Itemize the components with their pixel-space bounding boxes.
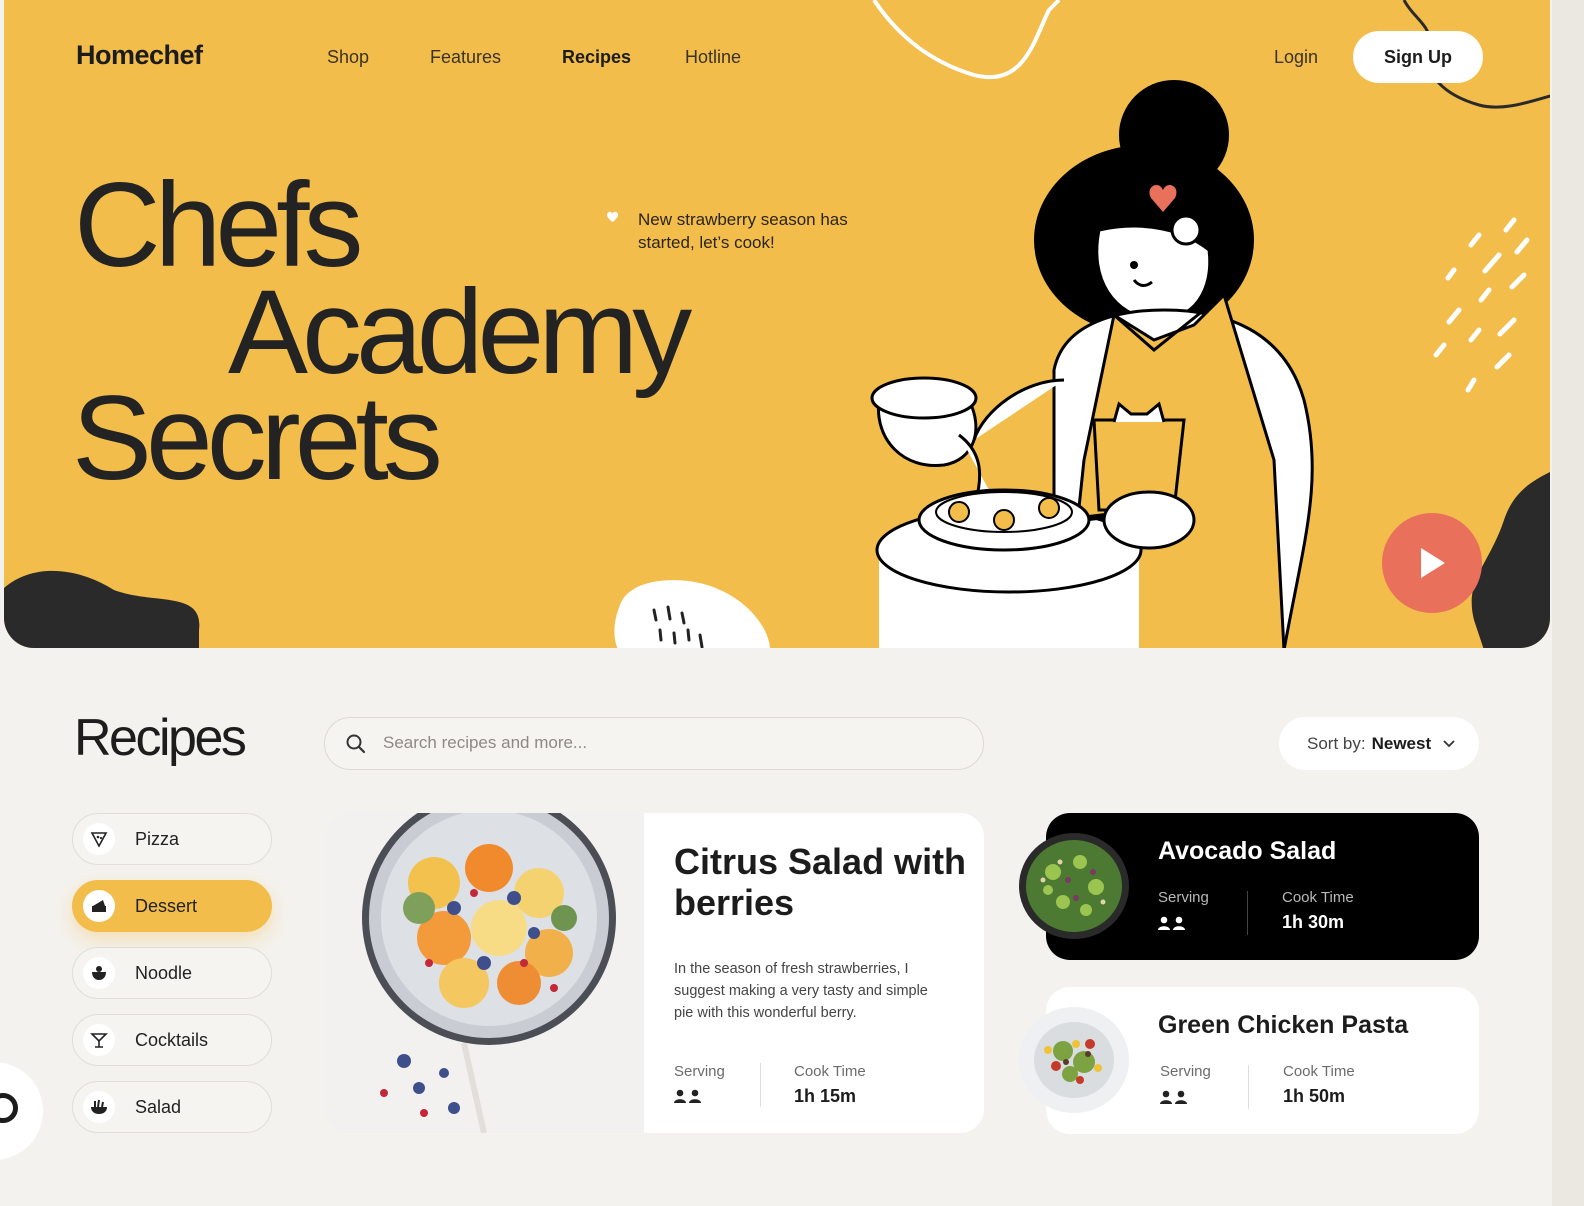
hero-title-line-3: Secrets [72,371,443,505]
green-chicken-pasta-image [1019,1007,1129,1113]
dark-blob-left [4,571,200,648]
chevron-down-icon [1443,739,1455,747]
category-label: Salad [135,1096,182,1117]
play-video-button[interactable] [1382,513,1482,613]
category-pizza[interactable]: Pizza [72,813,272,865]
category-label: Noodle [135,962,193,983]
people-icon [1158,916,1185,930]
cocktail-icon [83,1024,115,1056]
cook-time-value: 1h 15m [794,1086,857,1106]
hero-banner: Homechef Shop Features Recipes Hotline L… [4,0,1550,648]
sort-dropdown[interactable]: Sort by: Newest [1279,717,1479,770]
cook-time-label: Cook Time [794,1063,866,1080]
category-noodle[interactable]: Noodle [72,947,272,999]
search-icon [346,734,366,754]
right-gutter [1552,0,1584,1206]
recipes-section-title: Recipes [74,709,247,767]
bowl-icon [83,957,115,989]
featured-description: In the season of fresh strawberries, I s… [674,961,928,1021]
cook-time-value: 1h 50m [1283,1086,1346,1106]
login-link[interactable]: Login [1274,47,1318,68]
people-icon [1160,1090,1187,1104]
pizza-icon [83,823,115,855]
serving-label: Serving [1160,1063,1211,1080]
signup-button[interactable]: Sign Up [1353,31,1483,83]
heart-icon [606,211,619,223]
recipe-card-title: Avocado Salad [1158,837,1337,865]
play-icon [1421,548,1445,578]
nav-features[interactable]: Features [430,47,501,68]
page: Homechef Shop Features Recipes Hotline L… [0,0,1584,1206]
recipe-card-title: Green Chicken Pasta [1158,1011,1409,1039]
featured-title: Citrus Salad with berries [674,841,967,923]
brand-logo[interactable]: Homechef [76,40,203,71]
nav-shop[interactable]: Shop [327,47,369,68]
search-input[interactable] [383,718,943,768]
chef-illustration [870,80,1314,648]
search-bar[interactable] [324,717,984,770]
category-label: Cocktails [135,1029,209,1050]
citrus-salad-image [324,813,644,1133]
salad-icon [83,1091,115,1123]
nav-recipes[interactable]: Recipes [562,47,631,68]
people-icon [674,1089,701,1103]
stat-divider [1247,891,1248,935]
white-blob-bottom [614,580,770,648]
avocado-salad-image [1019,833,1129,939]
featured-recipe-card[interactable]: Citrus Salad with berries In the season … [324,813,984,1133]
cook-time-label: Cook Time [1282,889,1354,906]
stat-divider [1248,1065,1249,1109]
serving-label: Serving [1158,889,1209,906]
cake-icon [83,890,115,922]
category-dessert[interactable]: Dessert [72,880,272,932]
category-label: Dessert [135,895,198,916]
cook-time-label: Cook Time [1283,1063,1355,1080]
sort-value: Newest [1371,733,1432,753]
nav-hotline[interactable]: Hotline [685,47,741,68]
cook-time-value: 1h 30m [1282,912,1345,932]
category-cocktails[interactable]: Cocktails [72,1014,272,1066]
announcement-text: New strawberry season has started, let’s… [638,210,848,252]
category-label: Pizza [135,828,180,849]
white-dashes [1433,217,1530,393]
stat-divider [760,1063,761,1107]
category-salad[interactable]: Salad [72,1081,272,1133]
serving-label: Serving [674,1063,725,1080]
sort-label: Sort by: [1307,733,1366,753]
outline-squiggle-top [872,0,1061,80]
